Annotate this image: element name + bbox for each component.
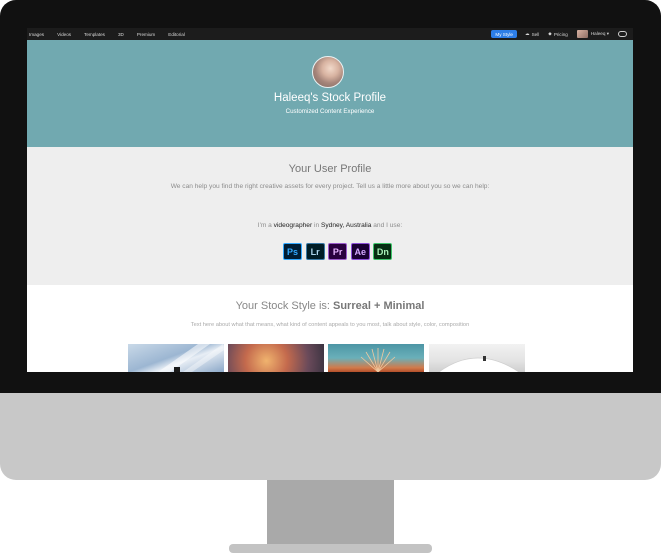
user-profile-sentence: I'm a videographer in Sydney, Australia … — [27, 222, 633, 229]
stock-style-heading: Your Stock Style is: Surreal + Minimal — [27, 300, 633, 312]
profile-title: Haleeq's Stock Profile — [273, 92, 387, 104]
user-name: Haleeq ▾ — [590, 31, 609, 36]
lightroom-icon[interactable]: Lr — [305, 243, 325, 260]
nav-link-3d[interactable]: 3D — [118, 32, 124, 37]
user-profile-description: We can help you find the right creative … — [170, 183, 490, 190]
app-icons: Ps Lr Pr Ae Dn — [283, 243, 396, 260]
style-image-1[interactable] — [128, 344, 224, 372]
nav-link-images[interactable]: Images — [29, 32, 44, 37]
monitor-stand-neck — [267, 480, 394, 544]
after-effects-icon[interactable]: Ae — [350, 243, 370, 260]
top-navigation: Images Videos Templates 3D Premium Edito… — [27, 28, 633, 40]
style-image-2[interactable] — [228, 344, 324, 372]
tag-icon: ◆ — [548, 31, 552, 36]
cloud-upload-icon: ☁ — [525, 31, 530, 36]
role-value[interactable]: videographer — [274, 222, 313, 229]
user-profile-section: Your User Profile We can help you find t… — [27, 147, 633, 285]
nav-right: My Style ☁ Sell ◆ Pricing Haleeq ▾ — [491, 28, 627, 40]
sentence-mid: in — [312, 222, 321, 229]
profile-hero: Haleeq's Stock Profile Customized Conten… — [27, 40, 633, 147]
stock-style-value: Surreal + Minimal — [333, 300, 425, 312]
stock-style-description: Text here about what that means, what ki… — [190, 322, 470, 328]
dimension-icon[interactable]: Dn — [373, 243, 393, 260]
creative-cloud-icon[interactable] — [618, 31, 627, 37]
style-image-3[interactable] — [328, 344, 424, 372]
pricing-link[interactable]: ◆ Pricing — [548, 31, 568, 37]
sell-label: Sell — [531, 31, 540, 37]
nav-link-videos[interactable]: Videos — [57, 32, 71, 37]
my-style-button[interactable]: My Style — [491, 30, 517, 38]
nav-link-premium[interactable]: Premium — [137, 32, 155, 37]
photoshop-icon[interactable]: Ps — [283, 243, 302, 260]
profile-avatar — [312, 56, 344, 88]
location-value[interactable]: Sydney, Australia — [321, 222, 371, 229]
sentence-prefix: I'm a — [257, 222, 274, 229]
pricing-label: Pricing — [553, 31, 568, 37]
burst-art — [360, 348, 396, 372]
user-menu[interactable]: Haleeq ▾ — [576, 30, 609, 38]
profile-subtitle: Customized Content Experience — [285, 108, 375, 115]
user-avatar-small — [576, 30, 588, 38]
sentence-suffix: and I use: — [371, 222, 403, 229]
nav-links: Images Videos Templates 3D Premium Edito… — [29, 28, 198, 40]
user-profile-heading: Your User Profile — [288, 163, 372, 175]
style-image-4[interactable] — [429, 344, 525, 372]
nav-link-templates[interactable]: Templates — [84, 32, 105, 37]
stock-style-section: Your Stock Style is: Surreal + Minimal T… — [27, 285, 633, 372]
premiere-icon[interactable]: Pr — [328, 243, 348, 260]
stripes-art — [158, 344, 224, 372]
screen: Images Videos Templates 3D Premium Edito… — [27, 28, 633, 372]
stock-style-prefix: Your Stock Style is: — [235, 300, 333, 312]
sell-link[interactable]: ☁ Sell — [525, 31, 539, 37]
nav-link-editorial[interactable]: Editorial — [168, 32, 185, 37]
dome-art — [438, 356, 520, 372]
monitor-stand-base — [229, 544, 432, 553]
